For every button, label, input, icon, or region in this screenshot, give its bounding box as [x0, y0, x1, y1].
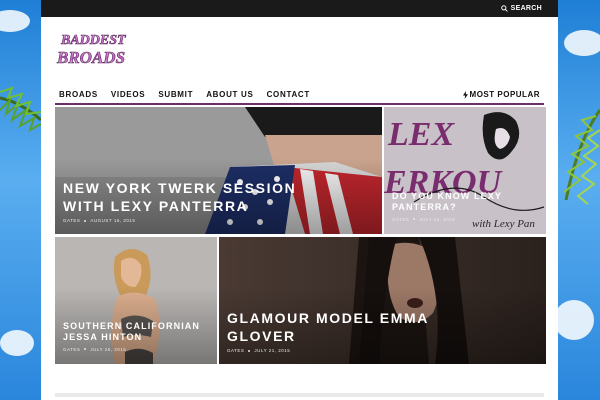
post-title-line: NEW YORK TWERK SESSION [63, 180, 297, 196]
cloud [0, 10, 30, 32]
post-title[interactable]: GLAMOUR MODEL EMMA GLOVER [227, 310, 540, 345]
logo-line1: BADDEST [60, 33, 127, 48]
separator-dot [413, 218, 416, 220]
cloud [558, 300, 594, 340]
post-title-line: PANTERRA? [392, 202, 457, 213]
background-left [0, 0, 41, 400]
most-popular-label: MOST POPULAR [469, 90, 540, 99]
post-author[interactable]: GATES [392, 217, 409, 222]
nav-item-videos[interactable]: VIDEOS [111, 90, 145, 99]
separator-dot [84, 219, 87, 222]
post-card[interactable]: GLAMOUR MODEL EMMA GLOVER GATES JULY 21,… [219, 237, 546, 364]
post-card[interactable]: SOUTHERN CALIFORNIAN JESSA HINTON GATES … [55, 237, 217, 364]
nav-item-about-us[interactable]: ABOUT US [206, 90, 253, 99]
site-logo[interactable]: BADDEST BROADS [55, 27, 147, 71]
lightning-icon [462, 90, 468, 99]
post-meta: GATES JULY 21, 2015 [227, 348, 540, 353]
separator-dot [84, 348, 87, 350]
graphic-text: LEX [387, 116, 455, 153]
post-date: JULY 21, 2015 [254, 348, 291, 353]
post-caption: DO YOU KNOW LEXY PANTERRA? GATES JULY 25… [392, 191, 540, 222]
top-bar: SEARCH [41, 0, 558, 17]
nav-item-broads[interactable]: BROADS [59, 90, 98, 99]
featured-post-card[interactable]: NEW YORK TWERK SESSION WITH LEXY PANTERR… [55, 107, 382, 234]
post-author[interactable]: GATES [227, 348, 244, 353]
search-label: SEARCH [510, 5, 542, 12]
nav-item-submit[interactable]: SUBMIT [158, 90, 193, 99]
post-author[interactable]: GATES [63, 218, 80, 223]
post-caption: GLAMOUR MODEL EMMA GLOVER GATES JULY 21,… [227, 310, 540, 353]
post-card[interactable]: LEX ERKOU with Lexy Pan DO YOU KNOW LEXY… [384, 107, 546, 234]
post-caption: SOUTHERN CALIFORNIAN JESSA HINTON GATES … [63, 321, 211, 352]
palm-frond-icon [0, 86, 41, 133]
post-title[interactable]: SOUTHERN CALIFORNIAN JESSA HINTON [63, 321, 211, 344]
logo-line2: BROADS [56, 48, 125, 67]
post-meta: GATES AUGUST 16, 2015 [63, 218, 376, 223]
post-title[interactable]: DO YOU KNOW LEXY PANTERRA? [392, 191, 540, 214]
post-caption: NEW YORK TWERK SESSION WITH LEXY PANTERR… [63, 180, 376, 223]
background-right [558, 0, 600, 400]
search-button[interactable]: SEARCH [500, 0, 542, 17]
cloud [0, 330, 34, 356]
page-container: SEARCH BADDEST BROADS BROADS VIDEOS SUBM… [41, 0, 558, 400]
post-title-line: JESSA HINTON [63, 332, 143, 343]
post-meta: GATES JULY 25, 2015 [63, 347, 211, 352]
most-popular-link[interactable]: MOST POPULAR [462, 86, 540, 103]
main-nav: BROADS VIDEOS SUBMIT ABOUT US CONTACT MO… [55, 86, 544, 105]
post-title-line: DO YOU KNOW LEXY [392, 191, 502, 201]
post-meta: GATES JULY 25, 2015 [392, 217, 540, 222]
post-title[interactable]: NEW YORK TWERK SESSION WITH LEXY PANTERR… [63, 180, 376, 215]
post-title-line: WITH LEXY PANTERRA [63, 197, 249, 214]
palm-frond-icon [563, 109, 600, 205]
separator-dot [248, 349, 251, 352]
post-title-line: SOUTHERN CALIFORNIAN [63, 321, 200, 331]
post-date: JULY 25, 2015 [419, 216, 456, 222]
post-author[interactable]: GATES [63, 347, 80, 352]
search-icon [500, 5, 508, 12]
post-date: AUGUST 16, 2015 [90, 218, 136, 223]
nav-item-contact[interactable]: CONTACT [267, 90, 310, 99]
post-title-line: GLAMOUR MODEL EMMA [227, 310, 429, 326]
cloud [564, 30, 600, 56]
content-footer-strip [55, 393, 544, 397]
post-date: JULY 25, 2015 [90, 346, 127, 352]
post-title-line: GLOVER [227, 327, 296, 344]
